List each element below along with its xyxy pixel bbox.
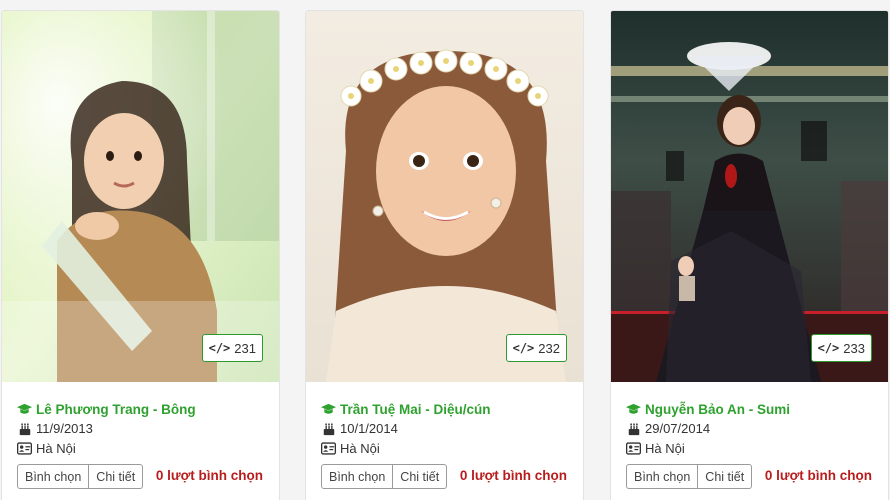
code-icon: </> [512,341,535,355]
detail-button[interactable]: Chi tiết [89,464,144,489]
card-actions: Bình chọn Chi tiết [321,464,448,489]
birthday-cake-icon [626,421,641,436]
detail-button[interactable]: Chi tiết [393,464,448,489]
city: Hà Nội [340,441,380,456]
vote-button[interactable]: Bình chọn [321,464,394,489]
id-card-icon [17,441,32,456]
contestant-card: </> 232 Trần Tuệ Mai - Diệu/cún 10/1/201… [305,10,584,500]
contestant-name[interactable]: Lê Phương Trang - Bông [36,402,196,417]
contestant-name[interactable]: Nguyễn Bảo An - Sumi [645,402,790,417]
code-badge[interactable]: </> 233 [810,334,872,362]
contestant-card: </> 231 Lê Phương Trang - Bông 11/9/2013… [1,10,280,500]
contestant-info: Trần Tuệ Mai - Diệu/cún 10/1/2014 Hà Nội [321,400,573,458]
city: Hà Nội [36,441,76,456]
id-card-icon [321,441,336,456]
contestant-name[interactable]: Trần Tuệ Mai - Diệu/cún [340,402,491,417]
contestant-photo[interactable]: </> 232 [306,11,583,382]
graduation-cap-icon [17,402,32,417]
birthdate: 11/9/2013 [36,421,93,436]
graduation-cap-icon [626,402,641,417]
code-icon: </> [817,341,840,355]
contestant-photo[interactable]: </> 231 [2,11,279,382]
card-actions: Bình chọn Chi tiết [17,464,144,489]
contestant-info: Nguyễn Bảo An - Sumi 29/07/2014 Hà Nội [626,400,878,458]
vote-button[interactable]: Bình chọn [17,464,90,489]
vote-count: 0 lượt bình chọn [459,468,567,483]
vote-count: 0 lượt bình chọn [764,468,872,483]
vote-button[interactable]: Bình chọn [626,464,699,489]
contestant-photo[interactable]: </> 233 [611,11,888,382]
code-badge[interactable]: </> 231 [201,334,263,362]
birthdate: 10/1/2014 [340,421,398,436]
id-card-icon [626,441,641,456]
birthdate: 29/07/2014 [645,421,711,436]
card-actions: Bình chọn Chi tiết [626,464,753,489]
graduation-cap-icon [321,402,336,417]
contestant-card: </> 233 Nguyễn Bảo An - Sumi 29/07/2014 … [610,10,889,500]
vote-count: 0 lượt bình chọn [155,468,263,483]
code-icon: </> [208,341,231,355]
city: Hà Nội [645,441,685,456]
birthday-cake-icon [17,421,32,436]
detail-button[interactable]: Chi tiết [698,464,753,489]
birthday-cake-icon [321,421,336,436]
code-badge[interactable]: </> 232 [505,334,567,362]
contestant-info: Lê Phương Trang - Bông 11/9/2013 Hà Nội [17,400,269,458]
